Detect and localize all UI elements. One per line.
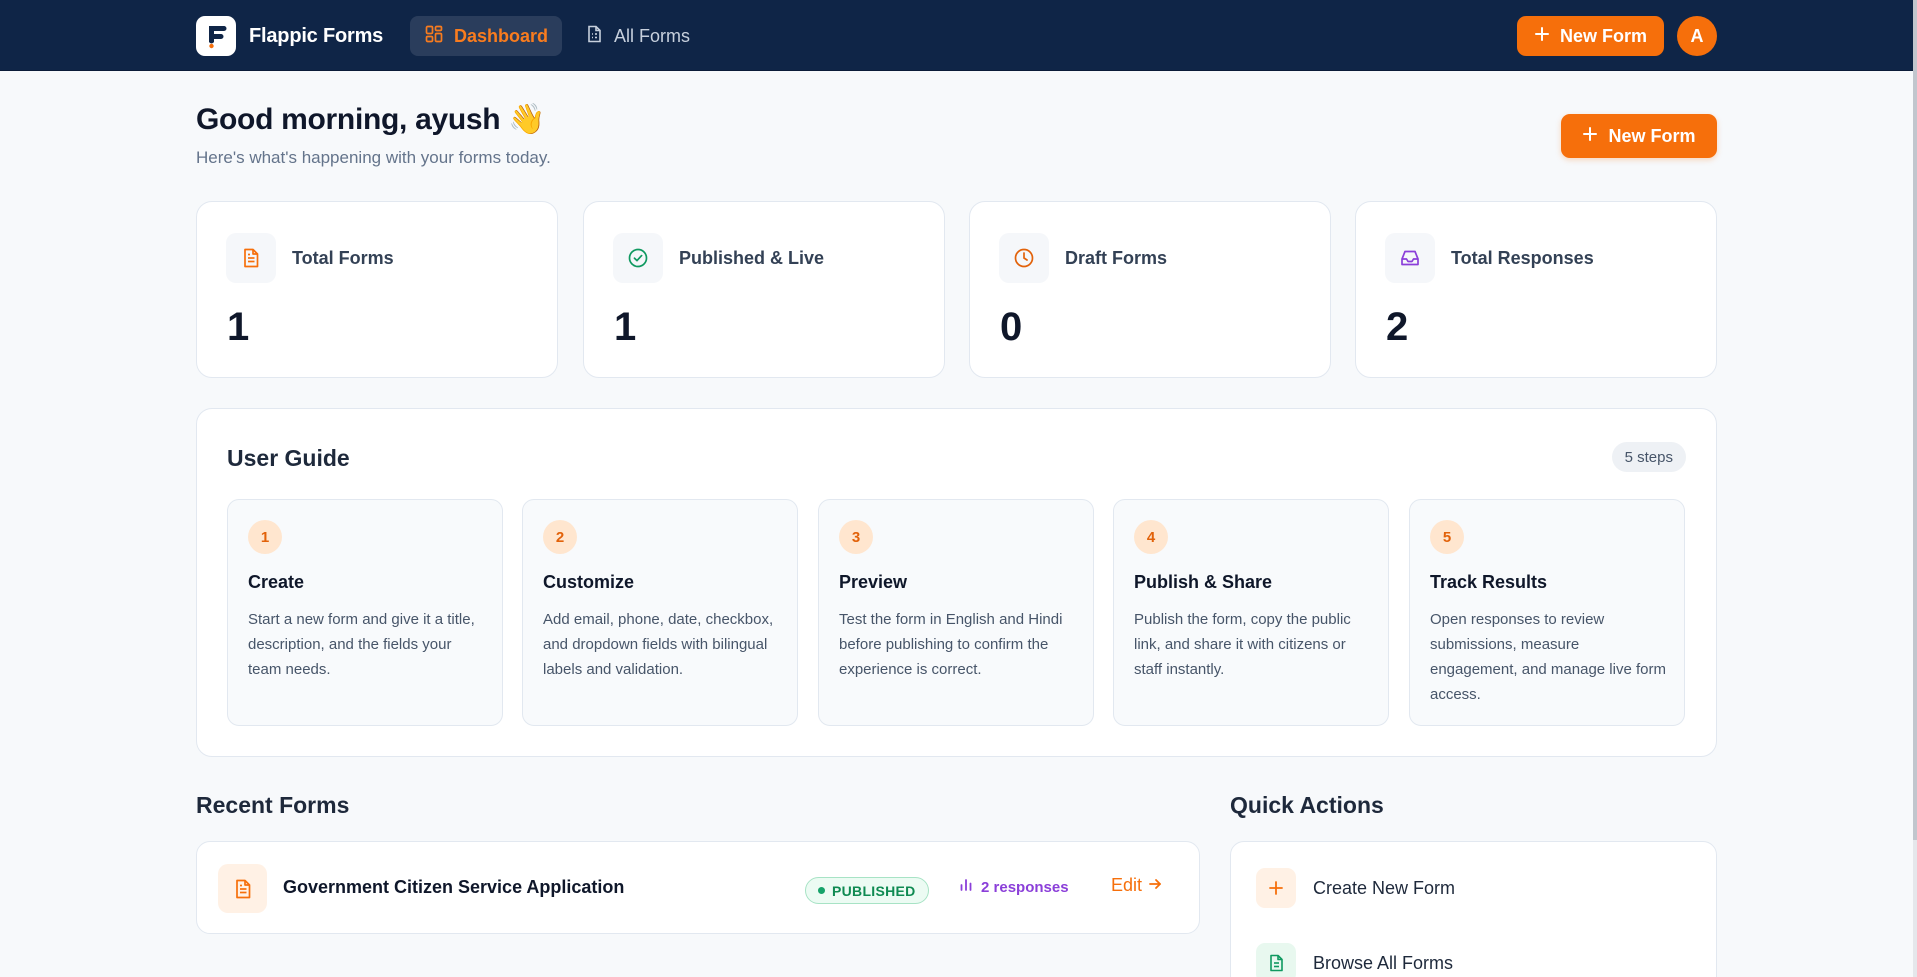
stat-card-total-forms: Total Forms 1 [196,201,558,378]
file-text-icon [218,864,267,913]
form-title[interactable]: Government Citizen Service Application [283,877,624,898]
step-number: 2 [543,520,577,554]
guide-step-track-results: 5 Track Results Open responses to review… [1409,499,1685,726]
stat-value: 0 [1000,305,1023,349]
stat-card-published: Published & Live 1 [583,201,945,378]
step-description: Open responses to review submissions, me… [1430,611,1666,703]
scrollbar-track[interactable] [1913,0,1917,977]
step-description: Publish the form, copy the public link, … [1134,611,1351,678]
step-title: Track Results [1430,572,1548,592]
nav-new-form-button[interactable]: New Form [1517,16,1664,56]
guide-step-preview: 3 Preview Test the form in English and H… [818,499,1094,726]
tab-all-forms-label: All Forms [614,25,690,46]
top-navbar: Flappic Forms Dashboard All Forms New Fo… [0,0,1917,71]
recent-form-row[interactable]: Government Citizen Service Application P… [196,841,1200,934]
step-number: 5 [1430,520,1464,554]
edit-form-link[interactable]: Edit [1111,875,1162,896]
tab-dashboard[interactable]: Dashboard [410,16,562,56]
status-label: PUBLISHED [832,882,916,899]
scrollbar-thumb[interactable] [1913,0,1917,840]
step-title: Create [248,572,305,592]
stat-label: Total Responses [1451,248,1594,268]
responses-link[interactable]: 2 responses [959,878,1069,896]
tab-dashboard-label: Dashboard [454,25,549,46]
status-badge: PUBLISHED [805,877,929,904]
step-title: Customize [543,572,635,592]
step-number: 1 [248,520,282,554]
status-dot-icon [818,887,825,894]
step-description: Test the form in English and Hindi befor… [839,611,1063,678]
quick-actions-panel: Create New Form Browse All Forms [1230,841,1717,977]
stat-label: Total Forms [292,248,394,268]
page-subtitle: Here's what's happening with your forms … [196,148,551,167]
clock-icon [999,233,1049,283]
recent-forms-title: Recent Forms [196,792,350,818]
stat-value: 2 [1386,305,1409,349]
brand-name: Flappic Forms [249,24,384,47]
user-avatar[interactable]: A [1677,16,1717,56]
guide-step-create: 1 Create Start a new form and give it a … [227,499,503,726]
step-title: Publish & Share [1134,572,1273,592]
step-title: Preview [839,572,908,592]
step-description: Start a new form and give it a title, de… [248,611,475,678]
stat-card-responses: Total Responses 2 [1355,201,1717,378]
brand-logo-icon [196,16,236,56]
stat-label: Draft Forms [1065,248,1168,268]
quick-action-browse-forms[interactable]: Browse All Forms [1256,943,1453,977]
quick-action-label: Browse All Forms [1313,952,1454,973]
edit-label: Edit [1111,875,1143,895]
responses-count: 2 responses [981,878,1069,896]
stat-card-drafts: Draft Forms 0 [969,201,1331,378]
tab-all-forms[interactable]: All Forms [570,16,704,56]
check-circle-icon [613,233,663,283]
file-list-icon [1256,943,1296,977]
quick-actions-title: Quick Actions [1230,792,1384,818]
page-greeting: Good morning, ayush 👋 [196,103,546,136]
plus-icon [1582,126,1598,147]
quick-action-label: Create New Form [1313,877,1456,898]
step-number: 4 [1134,520,1168,554]
steps-count-badge: 5 steps [1611,442,1686,472]
file-list-icon [584,24,604,49]
step-number: 3 [839,520,873,554]
file-text-icon [226,233,276,283]
stat-value: 1 [227,305,250,349]
step-description: Add email, phone, date, checkbox, and dr… [543,611,774,678]
plus-icon [1534,26,1550,47]
bar-chart-icon [959,878,973,896]
stat-value: 1 [614,305,637,349]
plus-icon [1256,868,1296,908]
nav-new-form-label: New Form [1559,25,1647,46]
header-new-form-button[interactable]: New Form [1561,114,1717,158]
guide-step-publish-share: 4 Publish & Share Publish the form, copy… [1113,499,1389,726]
quick-action-create-form[interactable]: Create New Form [1256,868,1455,908]
brand[interactable]: Flappic Forms [196,16,383,56]
user-guide-title: User Guide [227,445,350,471]
header-new-form-label: New Form [1608,125,1696,146]
stat-label: Published & Live [679,248,825,268]
layout-grid-icon [424,24,444,49]
arrow-right-icon [1148,875,1162,896]
user-guide-panel: User Guide 5 steps 1 Create Start a new … [196,408,1717,757]
inbox-icon [1385,233,1435,283]
guide-step-customize: 2 Customize Add email, phone, date, chec… [522,499,798,726]
